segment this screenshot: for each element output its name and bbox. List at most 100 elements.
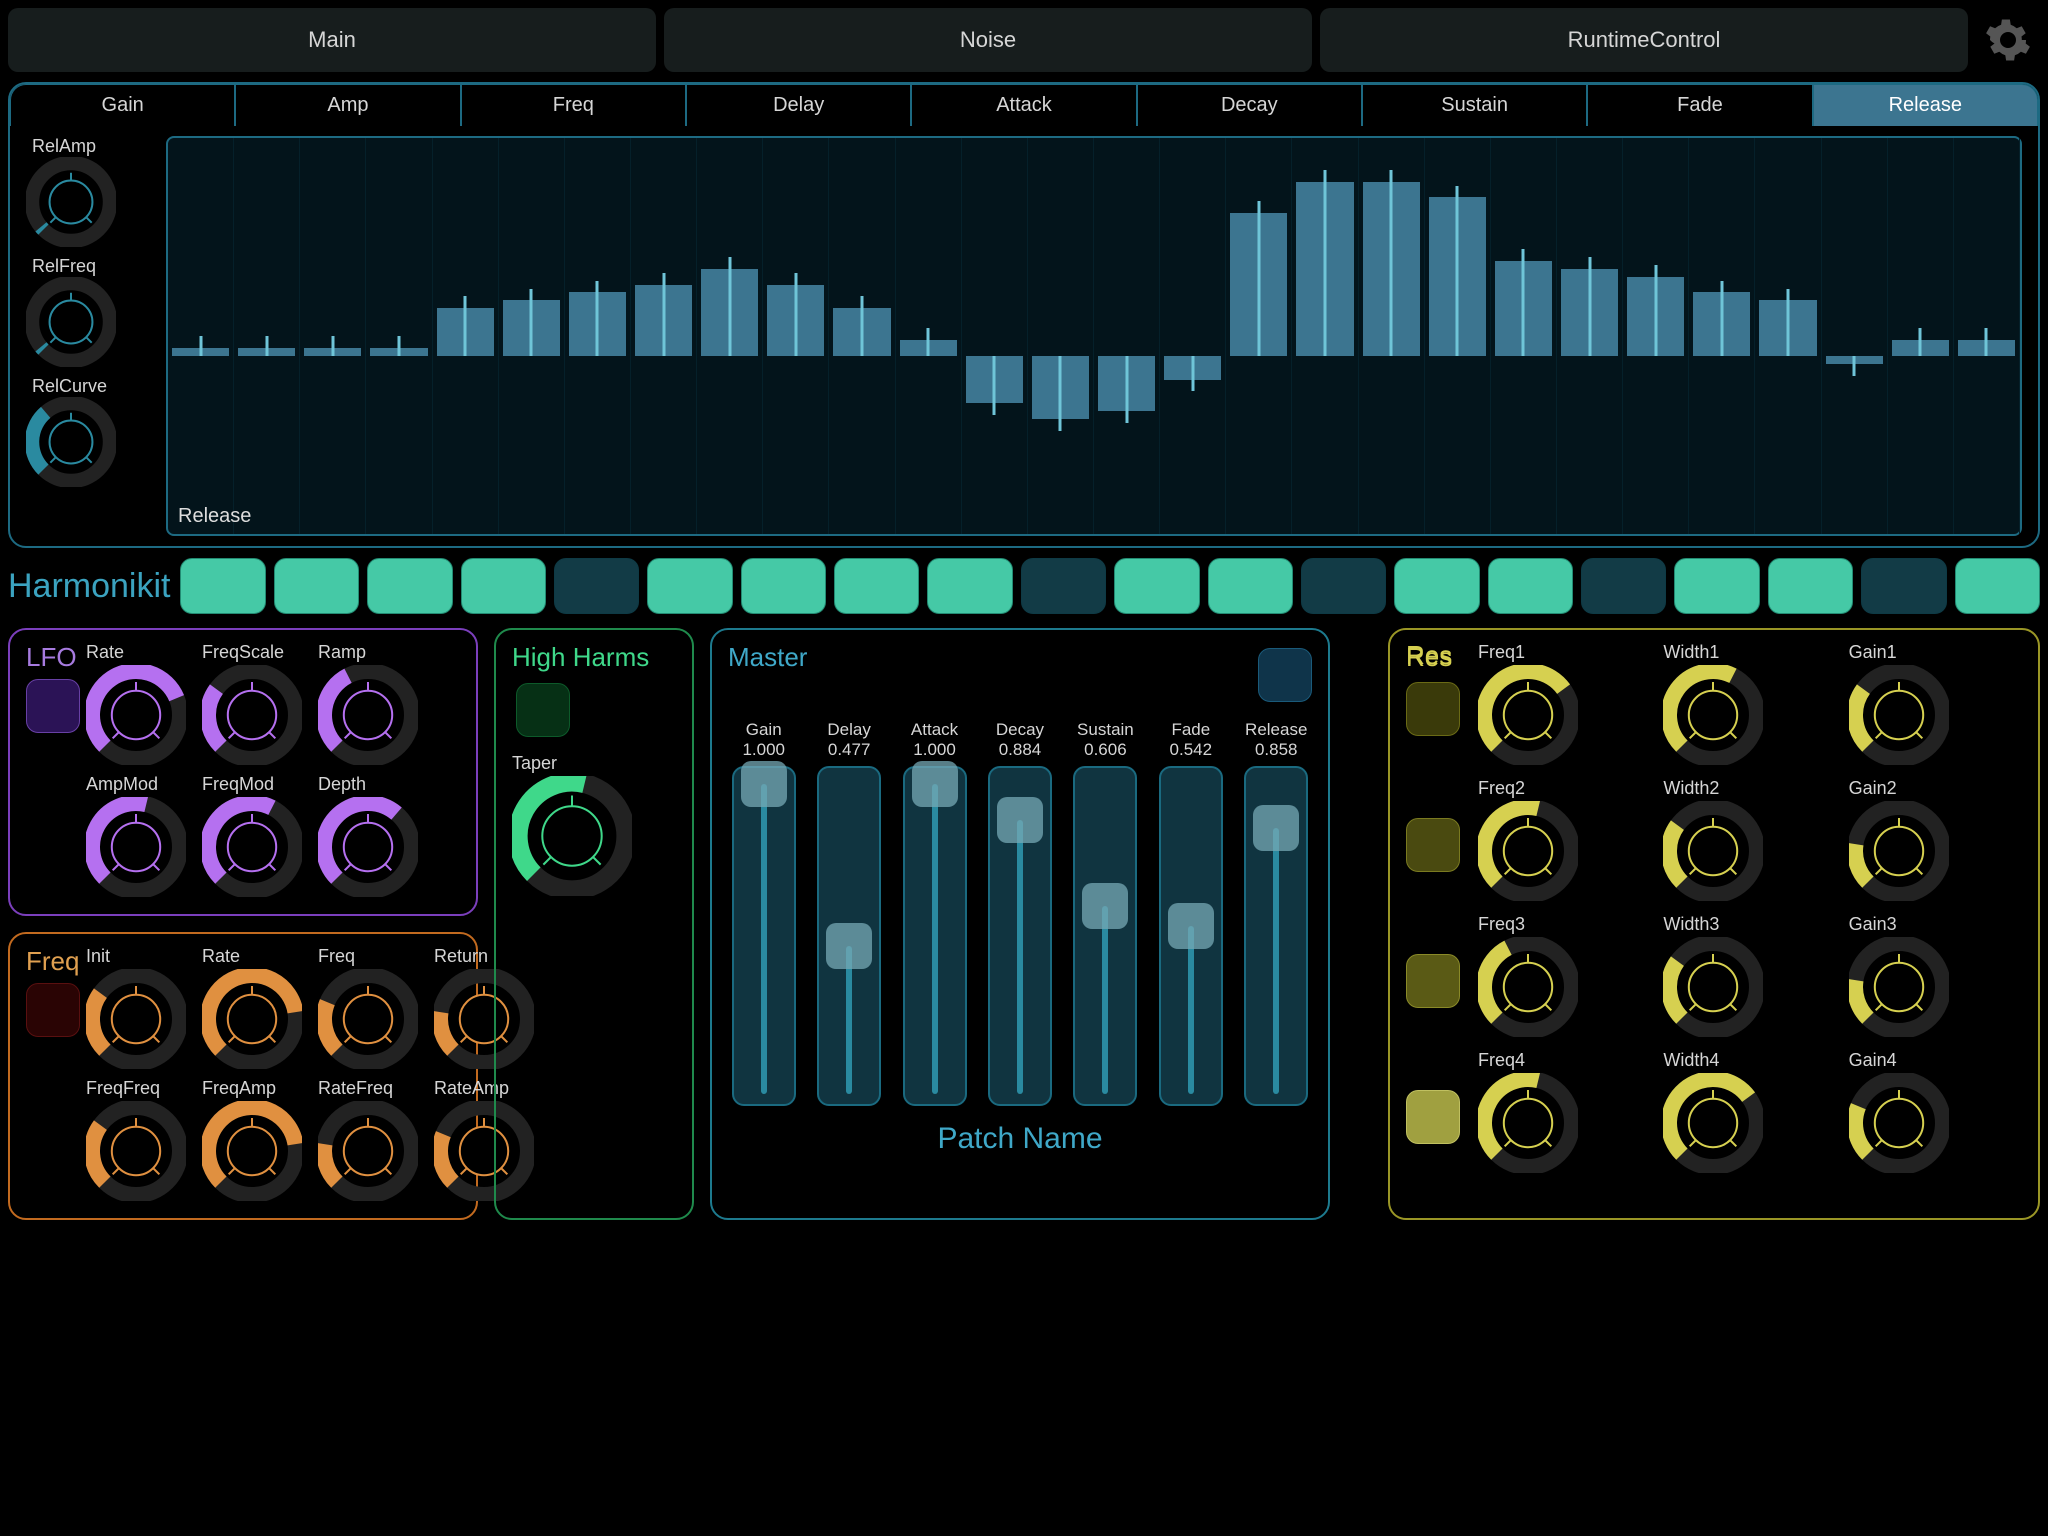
slider-fade[interactable]: Fade 0.542 bbox=[1155, 720, 1226, 1106]
step-10[interactable] bbox=[1021, 558, 1106, 614]
res-gain2-knob[interactable]: Gain2 bbox=[1849, 778, 2022, 906]
relfreq-knob[interactable] bbox=[26, 277, 116, 367]
master-toggle[interactable] bbox=[1258, 648, 1312, 702]
res-gain1-knob[interactable]: Gain1 bbox=[1849, 642, 2022, 770]
slider-sustain[interactable]: Sustain 0.606 bbox=[1070, 720, 1141, 1106]
slider-gain[interactable]: Gain 1.000 bbox=[728, 720, 799, 1106]
sub-tab-freq[interactable]: Freq bbox=[461, 84, 686, 126]
main-panel: GainAmpFreqDelayAttackDecaySustainFadeRe… bbox=[8, 82, 2040, 548]
step-6[interactable] bbox=[647, 558, 732, 614]
step-16[interactable] bbox=[1581, 558, 1666, 614]
step-13[interactable] bbox=[1301, 558, 1386, 614]
taper-label: Taper bbox=[512, 753, 676, 774]
step-3[interactable] bbox=[367, 558, 452, 614]
res-toggle-1[interactable] bbox=[1406, 682, 1460, 736]
freq-rate-label: Rate bbox=[202, 946, 302, 967]
master-panel: Master Gain 1.000 Delay 0.477 Attack 1.0… bbox=[710, 628, 1330, 1220]
step-18[interactable] bbox=[1768, 558, 1853, 614]
freq-init-label: Init bbox=[86, 946, 186, 967]
freq-freqamp-knob[interactable]: FreqAmp bbox=[202, 1078, 302, 1206]
res-gain4-knob[interactable]: Gain4 bbox=[1849, 1050, 2022, 1178]
step-14[interactable] bbox=[1394, 558, 1479, 614]
app-title: Harmonikit bbox=[8, 567, 170, 606]
step-19[interactable] bbox=[1861, 558, 1946, 614]
sub-tab-delay[interactable]: Delay bbox=[686, 84, 911, 126]
sub-tab-gain[interactable]: Gain bbox=[10, 84, 235, 126]
relfreq-label: RelFreq bbox=[32, 256, 156, 277]
res-width2-knob[interactable]: Width2 bbox=[1663, 778, 1836, 906]
release-graph[interactable]: Release bbox=[166, 136, 2022, 536]
high-harms-panel: High Harms Taper bbox=[494, 628, 694, 1220]
sub-tab-release[interactable]: Release bbox=[1813, 84, 2038, 126]
relamp-knob[interactable] bbox=[26, 157, 116, 247]
freq-freqfreq-knob[interactable]: FreqFreq bbox=[86, 1078, 186, 1206]
slider-delay[interactable]: Delay 0.477 bbox=[813, 720, 884, 1106]
slider-release[interactable]: Release 0.858 bbox=[1241, 720, 1312, 1106]
sub-tab-amp[interactable]: Amp bbox=[235, 84, 460, 126]
res-toggle-2[interactable] bbox=[1406, 818, 1460, 872]
res-freq2-knob[interactable]: Freq2 bbox=[1478, 778, 1651, 906]
step-9[interactable] bbox=[927, 558, 1012, 614]
sub-tab-fade[interactable]: Fade bbox=[1587, 84, 1812, 126]
step-5[interactable] bbox=[554, 558, 639, 614]
taper-knob[interactable] bbox=[512, 776, 632, 896]
step-2[interactable] bbox=[274, 558, 359, 614]
high-harms-toggle[interactable] bbox=[516, 683, 570, 737]
gear-icon bbox=[1984, 16, 2032, 64]
lfo-freqmod-knob[interactable]: FreqMod bbox=[202, 774, 302, 902]
step-12[interactable] bbox=[1208, 558, 1293, 614]
res-freq3-knob[interactable]: Freq3 bbox=[1478, 914, 1651, 1042]
lfo-freqscale-label: FreqScale bbox=[202, 642, 302, 663]
slider-decay[interactable]: Decay 0.884 bbox=[984, 720, 1055, 1106]
sub-tab-attack[interactable]: Attack bbox=[911, 84, 1136, 126]
res-toggle-4[interactable] bbox=[1406, 1090, 1460, 1144]
res-freq4-knob[interactable]: Freq4 bbox=[1478, 1050, 1651, 1178]
res-width3-knob[interactable]: Width3 bbox=[1663, 914, 1836, 1042]
step-7[interactable] bbox=[741, 558, 826, 614]
res-width1-knob[interactable]: Width1 bbox=[1663, 642, 1836, 770]
res-width4-knob[interactable]: Width4 bbox=[1663, 1050, 1836, 1178]
freq-rate-knob[interactable]: Rate bbox=[202, 946, 302, 1074]
step-1[interactable] bbox=[180, 558, 265, 614]
step-15[interactable] bbox=[1488, 558, 1573, 614]
release-knobs-column: RelAmp RelFreq RelCurve bbox=[26, 136, 156, 536]
step-17[interactable] bbox=[1674, 558, 1759, 614]
freq-title: Freq bbox=[26, 946, 80, 977]
lfo-depth-label: Depth bbox=[318, 774, 418, 795]
freq-freq-knob[interactable]: Freq bbox=[318, 946, 418, 1074]
lfo-depth-knob[interactable]: Depth bbox=[318, 774, 418, 902]
res-toggle-3[interactable] bbox=[1406, 954, 1460, 1008]
relcurve-knob[interactable] bbox=[26, 397, 116, 487]
freq-ratefreq-label: RateFreq bbox=[318, 1078, 418, 1099]
step-8[interactable] bbox=[834, 558, 919, 614]
lfo-rate-knob[interactable]: Rate bbox=[86, 642, 186, 770]
sub-tab-sustain[interactable]: Sustain bbox=[1362, 84, 1587, 126]
sub-tab-bar: GainAmpFreqDelayAttackDecaySustainFadeRe… bbox=[10, 84, 2038, 126]
lfo-panel: LFO Rate FreqScale Ramp AmpMod FreqMod Depth bbox=[8, 628, 478, 916]
lfo-title: LFO bbox=[26, 642, 80, 673]
res-panel: Res Freq1Width1Gain1 Freq2Width2Gain2 Freq3… bbox=[1388, 628, 2040, 1220]
lfo-ampmod-knob[interactable]: AmpMod bbox=[86, 774, 186, 902]
step-11[interactable] bbox=[1114, 558, 1199, 614]
tab-noise[interactable]: Noise bbox=[664, 8, 1312, 72]
tab-main[interactable]: Main bbox=[8, 8, 656, 72]
freq-panel: Freq InitRateFreqReturnFreqFreqFreqAmpRa… bbox=[8, 932, 478, 1220]
lfo-toggle[interactable] bbox=[26, 679, 80, 733]
lfo-ampmod-label: AmpMod bbox=[86, 774, 186, 795]
lfo-freqscale-knob[interactable]: FreqScale bbox=[202, 642, 302, 770]
step-20[interactable] bbox=[1955, 558, 2040, 614]
freq-toggle[interactable] bbox=[26, 983, 80, 1037]
res-gain3-knob[interactable]: Gain3 bbox=[1849, 914, 2022, 1042]
tab-runtimecontrol[interactable]: RuntimeControl bbox=[1320, 8, 1968, 72]
slider-attack[interactable]: Attack 1.000 bbox=[899, 720, 970, 1106]
freq-freqamp-label: FreqAmp bbox=[202, 1078, 302, 1099]
step-4[interactable] bbox=[461, 558, 546, 614]
sub-tab-decay[interactable]: Decay bbox=[1137, 84, 1362, 126]
freq-init-knob[interactable]: Init bbox=[86, 946, 186, 1074]
freq-ratefreq-knob[interactable]: RateFreq bbox=[318, 1078, 418, 1206]
lfo-ramp-knob[interactable]: Ramp bbox=[318, 642, 418, 770]
res-title: Res bbox=[1406, 640, 1452, 671]
step-sequencer-row: Harmonikit bbox=[8, 558, 2040, 614]
settings-button[interactable] bbox=[1976, 8, 2040, 72]
res-freq1-knob[interactable]: Freq1 bbox=[1478, 642, 1651, 770]
